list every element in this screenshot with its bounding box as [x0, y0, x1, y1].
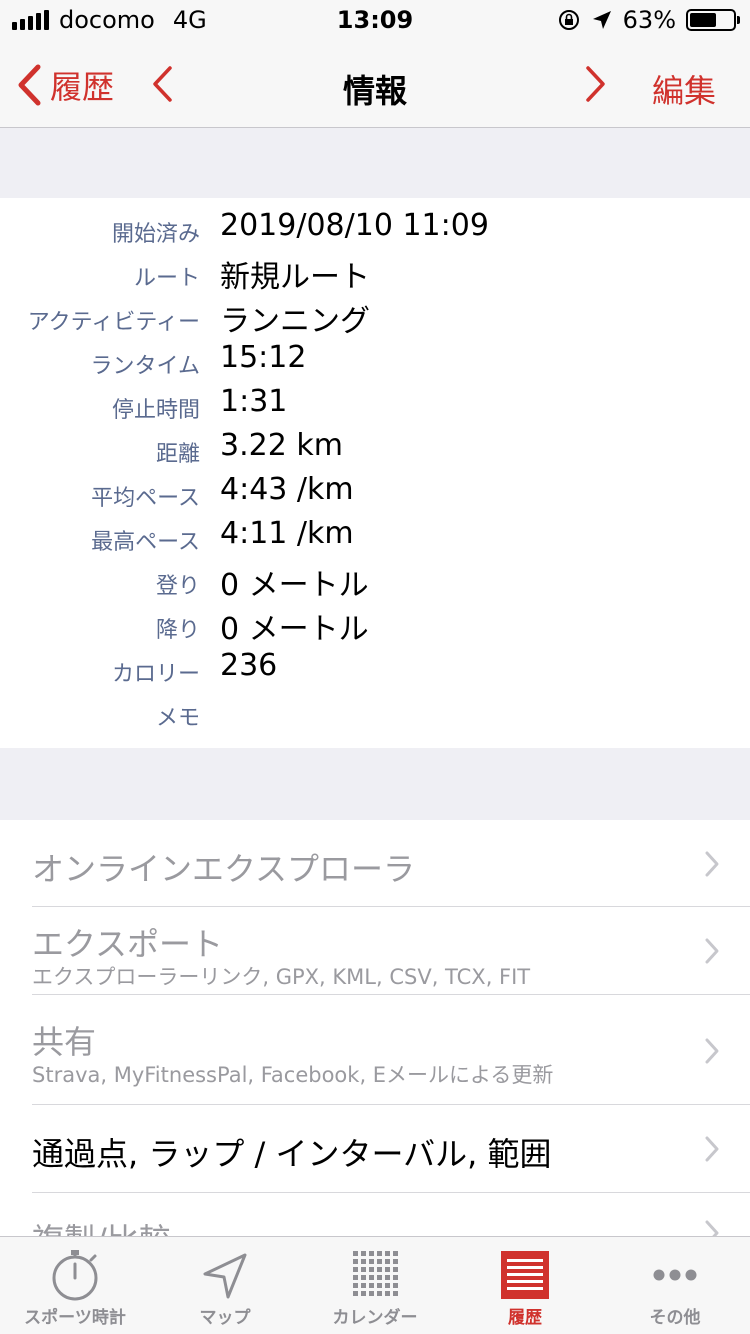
info-value: 4:43 /km — [220, 472, 354, 507]
menu-item-title: 共有 — [32, 1023, 97, 1061]
status-bar: docomo 4G 13:09 63% — [0, 0, 750, 40]
info-row-ascent: 登り 0 メートル — [0, 554, 750, 603]
calendar-grid-icon — [353, 1251, 398, 1296]
chevron-right-icon — [586, 66, 605, 102]
action-menu-list: オンラインエクスプローラ エクスポート エクスプローラーリンク, GPX, KM… — [0, 820, 750, 1240]
info-row-calories: カロリー 236 — [0, 642, 750, 687]
tab-label: その他 — [649, 1308, 701, 1328]
info-row-descent: 降り 0 メートル — [0, 598, 750, 647]
tab-history[interactable]: 履歴 — [450, 1237, 600, 1334]
menu-item-duplicate-compare[interactable]: 複製/比較 — [32, 1193, 750, 1240]
info-value: 4:11 /km — [220, 516, 354, 551]
info-row-activity[interactable]: アクティビティー ランニング — [0, 290, 750, 339]
next-button[interactable] — [584, 62, 608, 110]
info-label: 開始済み — [111, 222, 200, 247]
info-row-best-pace: 最高ペース 4:11 /km — [0, 510, 750, 555]
tab-label: 履歴 — [508, 1308, 542, 1328]
menu-item-online-explorer[interactable]: オンラインエクスプローラ — [32, 820, 750, 907]
info-row-runtime: ランタイム 15:12 — [0, 334, 750, 379]
info-label: 平均ペース — [91, 486, 200, 511]
info-value: 236 — [220, 648, 278, 683]
navigation-bar: 履歴 情報 編集 — [0, 40, 750, 128]
edit-button[interactable]: 編集 — [652, 66, 716, 112]
menu-item-subtitle: エクスプローラーリンク, GPX, KML, CSV, TCX, FIT — [32, 965, 531, 989]
menu-item-share[interactable]: 共有 Strava, MyFitnessPal, Facebook, Eメールに… — [32, 995, 750, 1105]
info-label: 降り — [155, 618, 200, 643]
menu-item-title: 通過点, ラップ / インターバル, 範囲 — [32, 1135, 552, 1173]
info-value: 3.22 km — [220, 428, 343, 463]
info-row-route[interactable]: ルート 新規ルート — [0, 246, 750, 295]
menu-item-subtitle: Strava, MyFitnessPal, Facebook, Eメールによる更… — [32, 1063, 554, 1087]
tab-map[interactable]: マップ — [150, 1237, 300, 1334]
chevron-right-icon — [705, 1136, 719, 1162]
location-arrow-icon — [203, 1253, 247, 1299]
info-row-distance: 距離 3.22 km — [0, 422, 750, 467]
chevron-right-icon — [705, 1038, 719, 1064]
tab-label: カレンダー — [332, 1308, 418, 1328]
more-dots-icon — [653, 1269, 697, 1281]
info-label: 登り — [155, 574, 200, 599]
tab-bar: スポーツ時計 マップ カレンダー 履歴 その他 — [0, 1236, 750, 1334]
info-value: 2019/08/10 11:09 — [220, 208, 489, 243]
tab-label: マップ — [199, 1308, 251, 1328]
info-row-stopped-time: 停止時間 1:31 — [0, 378, 750, 423]
tab-label: スポーツ時計 — [24, 1308, 126, 1328]
menu-item-export[interactable]: エクスポート エクスプローラーリンク, GPX, KML, CSV, TCX, … — [32, 907, 750, 995]
menu-item-title: オンラインエクスプローラ — [32, 850, 416, 888]
info-label: カロリー — [111, 662, 200, 687]
info-value: 15:12 — [220, 340, 307, 375]
tab-calendar[interactable]: カレンダー — [300, 1237, 450, 1334]
menu-item-title: エクスポート — [32, 925, 224, 963]
info-row-memo[interactable]: メモ — [0, 686, 750, 731]
chevron-right-icon — [705, 938, 719, 964]
info-row-avg-pace: 平均ペース 4:43 /km — [0, 466, 750, 511]
info-label: ルート — [133, 266, 200, 291]
info-label: メモ — [155, 706, 200, 731]
page-title: 情報 — [342, 72, 407, 110]
battery-percent: 63% — [622, 6, 676, 34]
info-label: 最高ペース — [91, 530, 200, 555]
info-label: 停止時間 — [111, 398, 200, 423]
info-label: アクティビティー — [27, 310, 200, 335]
info-label: ランタイム — [90, 354, 200, 379]
tab-more[interactable]: その他 — [600, 1237, 750, 1334]
location-icon — [592, 11, 611, 29]
info-value: 1:31 — [220, 384, 288, 419]
battery-icon — [686, 9, 740, 31]
status-right: 63% — [557, 6, 740, 34]
tab-sports-watch[interactable]: スポーツ時計 — [0, 1237, 150, 1334]
workout-info-section: 開始済み 2019/08/10 11:09 ルート 新規ルート アクティビティー… — [0, 198, 750, 748]
info-row-start: 開始済み 2019/08/10 11:09 — [0, 202, 750, 247]
info-label: 距離 — [155, 442, 200, 467]
menu-item-waypoints-laps[interactable]: 通過点, ラップ / インターバル, 範囲 — [32, 1105, 750, 1193]
stopwatch-icon — [52, 1250, 98, 1301]
chevron-right-icon — [705, 851, 719, 877]
history-list-icon — [501, 1251, 549, 1299]
orientation-lock-icon — [558, 10, 579, 30]
